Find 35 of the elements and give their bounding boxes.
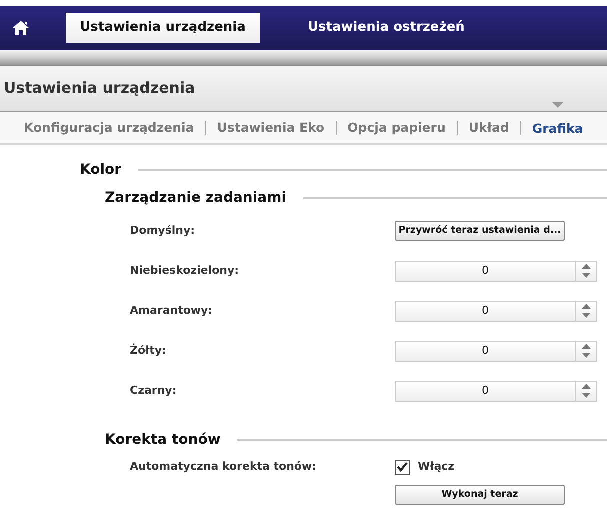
field-label: Amarantowy: <box>130 302 214 319</box>
action-button[interactable]: Wykonaj teraz <box>395 485 565 505</box>
group-heading: Zarządzanie zadaniami <box>105 188 287 208</box>
home-icon[interactable] <box>12 20 30 36</box>
up-arrow-icon[interactable] <box>582 384 590 389</box>
sub-tab[interactable]: Układ <box>468 118 510 136</box>
number-spinner[interactable]: 0 <box>395 340 597 362</box>
field-label: Czarny: <box>130 382 178 399</box>
sub-tab[interactable]: Grafika <box>532 120 584 138</box>
field-label: Automatyczna korekta tonów: <box>130 458 318 475</box>
nav-tab[interactable]: Ustawienia ostrzeżeń <box>276 13 497 43</box>
sub-tab[interactable]: Ustawienia Eko <box>217 118 325 136</box>
checkbox[interactable] <box>395 460 410 474</box>
action-button[interactable]: Przywróć teraz ustawienia d... <box>395 221 565 241</box>
down-arrow-icon[interactable] <box>582 273 590 278</box>
sub-tab[interactable]: Opcja papieru <box>348 118 446 136</box>
section-heading: Kolor <box>80 160 122 180</box>
number-spinner[interactable]: 0 <box>395 260 597 282</box>
field-label: Domyślny: <box>130 222 196 239</box>
number-spinner[interactable]: 0 <box>395 380 597 402</box>
nav-tab[interactable]: Ustawienia urządzenia <box>66 13 260 43</box>
up-arrow-icon[interactable] <box>582 344 590 349</box>
down-arrow-icon[interactable] <box>582 353 590 358</box>
panel-title: Ustawienia urządzenia <box>4 78 196 100</box>
tab-pointer-icon <box>552 102 564 108</box>
number-spinner[interactable]: 0 <box>395 300 597 322</box>
field-label: Niebieskozielony: <box>130 262 240 279</box>
up-arrow-icon[interactable] <box>582 264 590 269</box>
field-label: Żółty: <box>130 342 168 359</box>
checkbox-label: Włącz <box>418 458 455 475</box>
up-arrow-icon[interactable] <box>582 304 590 309</box>
down-arrow-icon[interactable] <box>582 393 590 398</box>
down-arrow-icon[interactable] <box>582 313 590 318</box>
sub-tab[interactable]: Konfiguracja urządzenia <box>24 118 194 136</box>
group-heading: Korekta tonów <box>105 430 221 450</box>
